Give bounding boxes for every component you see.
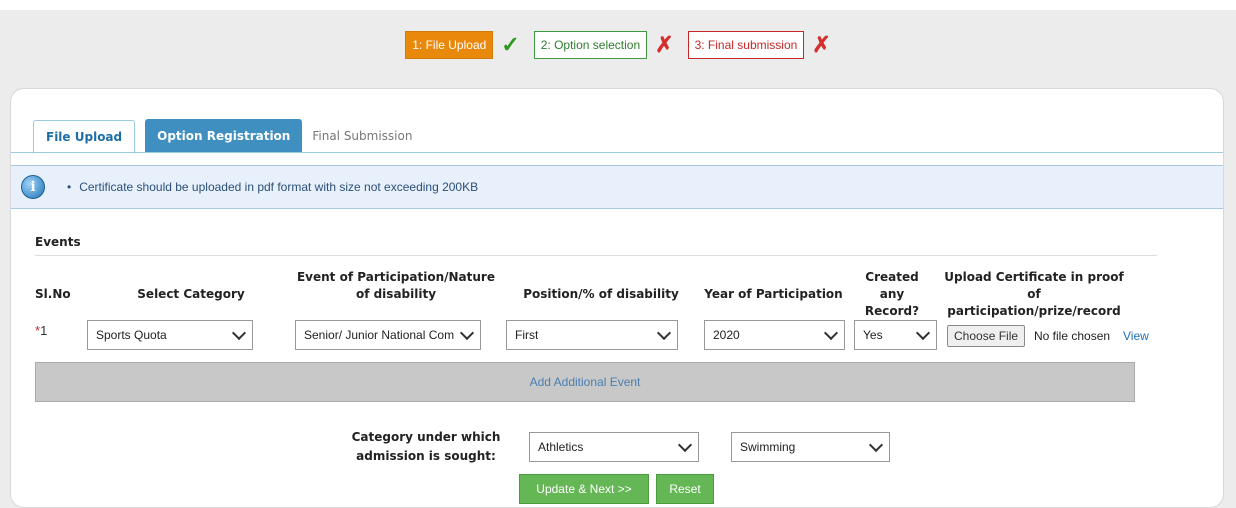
position-value: First [515, 328, 539, 342]
progress-steps: 1: File Upload ✓ 2: Option selection ✗ 3… [0, 10, 1236, 80]
form-panel: File Upload Option Registration Final Su… [10, 88, 1224, 508]
category-select[interactable]: Sports Quota [87, 320, 253, 350]
info-text: Certificate should be uploaded in pdf fo… [67, 180, 478, 194]
tab-option-registration[interactable]: Option Registration [145, 119, 303, 153]
info-banner: i Certificate should be uploaded in pdf … [11, 165, 1223, 209]
admission-category-select-1[interactable]: Athletics [529, 432, 699, 462]
top-strip [0, 0, 1236, 10]
check-icon: ✓ [501, 32, 520, 57]
row-number: *1 [35, 323, 47, 338]
chevron-down-icon [231, 325, 247, 341]
add-event-button[interactable]: Add Additional Event [35, 362, 1135, 402]
view-link[interactable]: View [1123, 329, 1149, 343]
position-select[interactable]: First [506, 320, 678, 350]
tab-bar: File Upload Option Registration Final Su… [33, 117, 424, 154]
tab-file-upload[interactable]: File Upload [33, 120, 136, 154]
admission-choice-1: Athletics [538, 440, 584, 454]
year-select[interactable]: 2020 [704, 320, 845, 350]
header-record: Created any Record? [864, 270, 920, 318]
chevron-down-icon [868, 437, 884, 453]
tab-divider [11, 152, 1223, 153]
admission-choice-2: Swimming [740, 440, 796, 454]
admission-category-label: Category under which admission is sought… [351, 430, 501, 463]
category-value: Sports Quota [96, 328, 167, 342]
choose-file-button[interactable]: Choose File [947, 325, 1026, 347]
file-status: No file chosen [1034, 329, 1111, 343]
header-upload: Upload Certificate in proof of participa… [944, 270, 1124, 318]
cross-icon: ✗ [655, 32, 674, 57]
events-heading: Events [35, 235, 81, 249]
record-select[interactable]: Yes [854, 320, 937, 350]
chevron-down-icon [459, 325, 475, 341]
info-icon: i [21, 175, 45, 199]
year-value: 2020 [713, 328, 740, 342]
cross-icon: ✗ [812, 32, 831, 57]
chevron-down-icon [677, 437, 693, 453]
event-select[interactable]: Senior/ Junior National Com [295, 320, 481, 350]
header-slno: Sl.No [35, 287, 71, 301]
admission-category-select-2[interactable]: Swimming [731, 432, 890, 462]
header-position: Position/% of disability [523, 287, 679, 301]
chevron-down-icon [915, 325, 931, 341]
header-event: Event of Participation/Nature of disabil… [296, 270, 495, 301]
event-value: Senior/ Junior National Com [304, 328, 455, 342]
step-final-submission: 3: Final submission [687, 31, 805, 59]
events-divider [35, 255, 1157, 256]
header-category: Select Category [137, 287, 245, 301]
row-slno: 1 [40, 323, 48, 338]
step-option-selection: 2: Option selection [533, 31, 648, 59]
tab-final-submission[interactable]: Final Submission [310, 119, 414, 153]
step-file-upload: 1: File Upload [405, 31, 494, 59]
record-value: Yes [863, 328, 883, 342]
header-year: Year of Participation [704, 287, 843, 301]
chevron-down-icon [656, 325, 672, 341]
chevron-down-icon [823, 325, 839, 341]
